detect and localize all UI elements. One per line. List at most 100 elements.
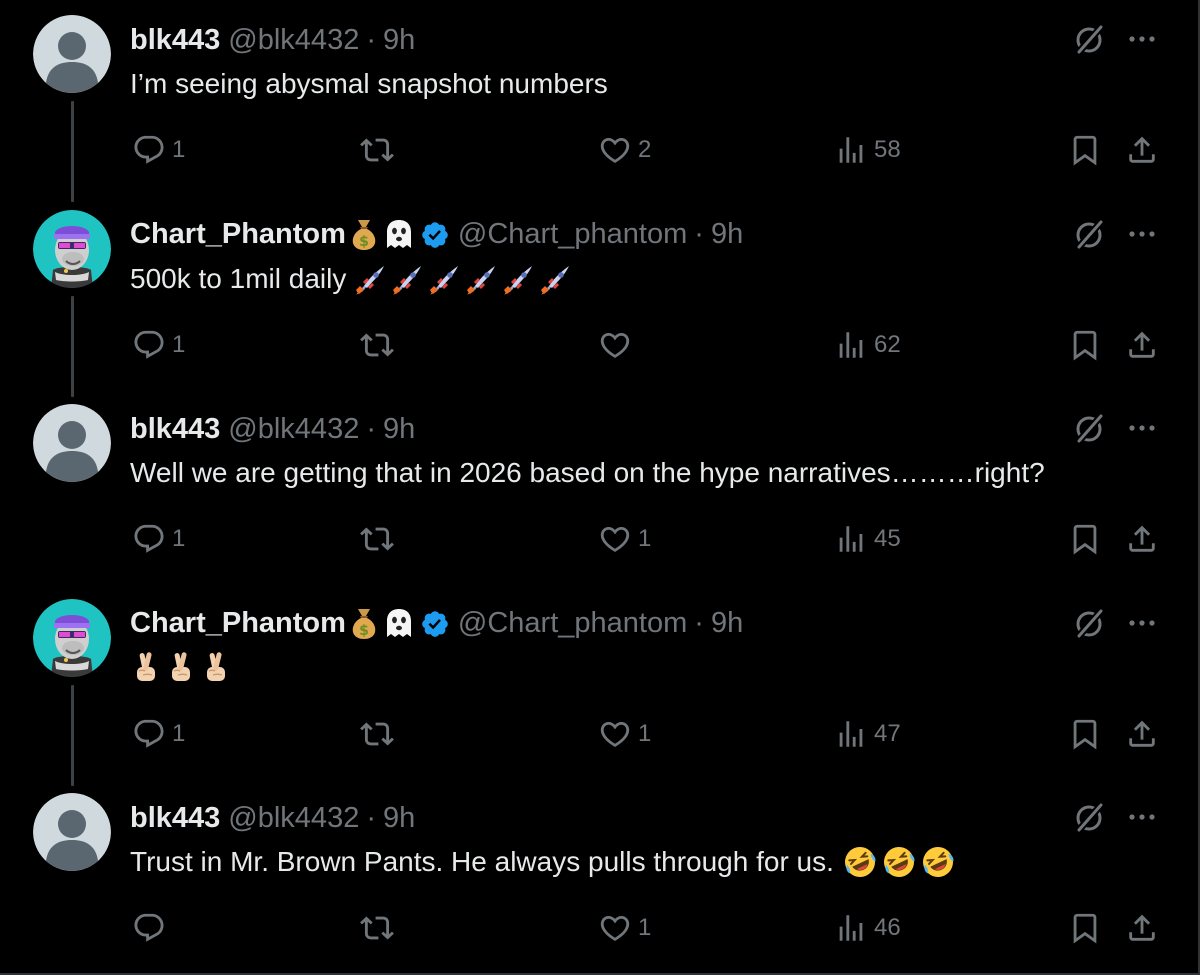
more-options-icon[interactable] — [1122, 24, 1162, 54]
username-handle[interactable]: @blk4432 — [228, 802, 359, 835]
views-button[interactable]: 58 — [834, 130, 901, 170]
tweet-actions: 1 1 45 — [0, 519, 1195, 559]
more-options-icon[interactable] — [1122, 413, 1162, 443]
tweet[interactable]: Chart_Phantom $ @Chart_phantom · 9h 500k to 1… — [0, 199, 1195, 397]
separator-dot: · — [366, 23, 376, 56]
reply-button[interactable]: 1 — [132, 714, 185, 754]
verified-badge-icon[interactable] — [420, 609, 450, 639]
rocket-emoji — [465, 262, 499, 296]
ghost-emoji — [382, 218, 416, 252]
rolling-on-floor-laughing-emoji — [842, 844, 878, 880]
money-bag-emoji: $ — [348, 218, 380, 252]
tweet-header: Chart_Phantom $ @Chart_phantom · 9h — [130, 604, 743, 644]
retweet-button[interactable] — [360, 130, 400, 170]
timestamp[interactable]: 9h — [711, 607, 743, 640]
share-button[interactable] — [1125, 908, 1159, 948]
reply-count: 1 — [172, 719, 186, 747]
views-button[interactable]: 46 — [834, 908, 901, 948]
retweet-button[interactable] — [360, 908, 400, 948]
display-name[interactable]: Chart_Phantom — [130, 218, 346, 251]
separator-dot: · — [366, 412, 376, 445]
share-button[interactable] — [1125, 714, 1159, 754]
views-button[interactable]: 47 — [834, 714, 901, 754]
bookmark-button[interactable] — [1068, 130, 1102, 170]
username-handle[interactable]: @blk4432 — [228, 24, 359, 57]
tweet-text-content: 500k to 1mil daily — [130, 262, 347, 294]
tweet[interactable]: blk443 @blk4432 · 9h I’m seeing abysmal snap… — [0, 4, 1195, 202]
like-button[interactable] — [598, 325, 638, 365]
grok-icon[interactable] — [1072, 21, 1108, 57]
verified-badge-icon[interactable] — [420, 220, 450, 250]
avatar[interactable] — [33, 209, 111, 288]
avatar[interactable] — [33, 15, 111, 93]
reply-button[interactable]: 1 — [132, 130, 185, 170]
bookmark-icon — [1068, 717, 1102, 751]
default-avatar[interactable] — [33, 404, 111, 482]
retweet-button[interactable] — [360, 325, 400, 365]
grok-icon[interactable] — [1072, 605, 1108, 641]
timestamp[interactable]: 9h — [383, 802, 415, 835]
avatar[interactable] — [33, 404, 111, 482]
reply-button[interactable] — [132, 908, 172, 948]
more-options-icon[interactable] — [1122, 608, 1162, 638]
tweet-header: Chart_Phantom $ @Chart_phantom · 9h — [130, 215, 743, 255]
username-handle[interactable]: @Chart_phantom — [458, 218, 687, 251]
grok-icon[interactable] — [1072, 799, 1108, 835]
reply-icon — [132, 717, 166, 751]
retweet-button[interactable] — [360, 714, 400, 754]
views-button[interactable]: 62 — [834, 325, 901, 365]
views-icon — [834, 911, 868, 945]
display-name[interactable]: blk443 — [130, 802, 220, 835]
tweet-header: blk443 @blk4432 · 9h — [130, 409, 415, 449]
ape-avatar[interactable] — [33, 209, 111, 288]
bookmark-button[interactable] — [1068, 908, 1102, 948]
like-button[interactable]: 1 — [598, 714, 651, 754]
like-count: 2 — [638, 136, 652, 163]
like-count: 1 — [638, 719, 652, 747]
reply-count: 1 — [172, 136, 186, 163]
bookmark-button[interactable] — [1068, 519, 1102, 559]
more-options-icon[interactable] — [1122, 219, 1162, 249]
more-options-icon[interactable] — [1122, 802, 1162, 832]
rolling-on-floor-laughing-emoji — [920, 844, 956, 880]
like-button[interactable]: 1 — [598, 908, 651, 948]
views-button[interactable]: 45 — [834, 519, 901, 559]
views-icon — [834, 522, 868, 556]
share-button[interactable] — [1125, 130, 1159, 170]
default-avatar[interactable] — [33, 15, 111, 93]
default-avatar[interactable] — [33, 793, 111, 871]
bookmark-button[interactable] — [1068, 714, 1102, 754]
ape-avatar[interactable] — [33, 598, 111, 677]
like-icon — [598, 522, 632, 556]
tweet[interactable]: Chart_Phantom $ @Chart_phantom · 9h 1 1 47 — [0, 588, 1195, 786]
views-count: 45 — [874, 525, 901, 552]
bookmark-icon — [1068, 911, 1102, 945]
reply-button[interactable]: 1 — [132, 325, 185, 365]
timestamp[interactable]: 9h — [711, 218, 743, 251]
grok-icon[interactable] — [1072, 216, 1108, 252]
share-button[interactable] — [1125, 325, 1159, 365]
bookmark-button[interactable] — [1068, 325, 1102, 365]
grok-icon[interactable] — [1072, 410, 1108, 446]
username-handle[interactable]: @Chart_phantom — [458, 607, 687, 640]
username-handle[interactable]: @blk4432 — [228, 413, 359, 446]
avatar[interactable] — [33, 793, 111, 871]
like-button[interactable]: 2 — [598, 130, 651, 170]
rocket-emoji — [354, 262, 388, 296]
tweet[interactable]: blk443 @blk4432 · 9h Well we are getting tha… — [0, 393, 1195, 588]
reply-button[interactable]: 1 — [132, 519, 185, 559]
ghost-emoji — [382, 607, 416, 641]
avatar[interactable] — [33, 598, 111, 677]
display-name[interactable]: blk443 — [130, 413, 220, 446]
views-count: 58 — [874, 136, 901, 163]
share-button[interactable] — [1125, 519, 1159, 559]
like-button[interactable]: 1 — [598, 519, 651, 559]
tweet[interactable]: blk443 @blk4432 · 9h Trust in Mr. Brown Pant… — [0, 782, 1195, 975]
display-name[interactable]: blk443 — [130, 24, 220, 57]
retweet-button[interactable] — [360, 519, 400, 559]
timestamp[interactable]: 9h — [383, 24, 415, 57]
crossed-fingers-emoji — [165, 649, 197, 683]
timestamp[interactable]: 9h — [383, 413, 415, 446]
display-name[interactable]: Chart_Phantom — [130, 607, 346, 640]
tweet-actions: 1 46 — [0, 908, 1195, 948]
